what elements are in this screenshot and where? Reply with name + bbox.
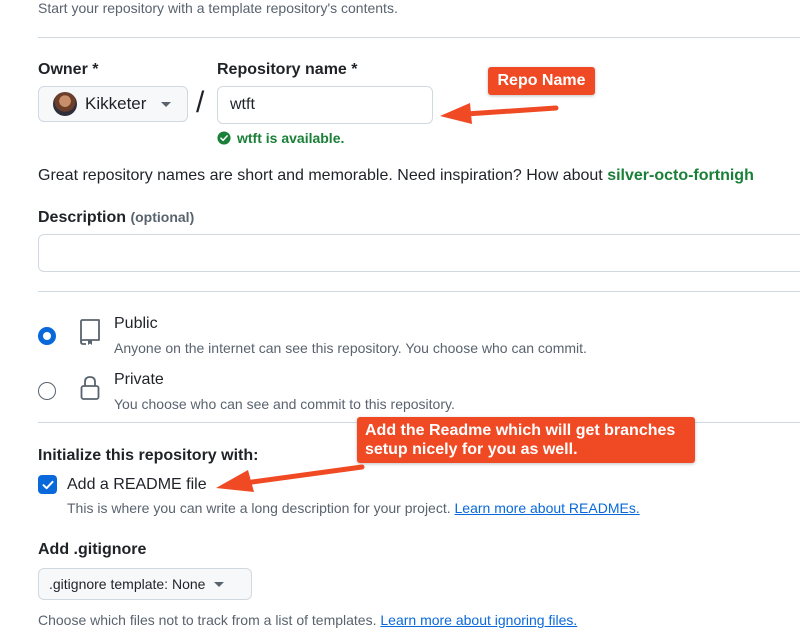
- lock-icon: [80, 376, 100, 400]
- description-input[interactable]: [38, 234, 800, 272]
- divider: [38, 37, 800, 38]
- public-title: Public: [114, 315, 158, 332]
- owner-repo-separator: /: [196, 86, 205, 119]
- gitignore-description-text: Choose which files not to track from a l…: [38, 612, 381, 628]
- arrow-left-icon: [440, 103, 559, 124]
- readme-description-text: This is where you can write a long descr…: [67, 500, 455, 516]
- readme-callout-line1: Add the Readme which will get branches: [365, 422, 676, 439]
- avatar: [53, 92, 77, 116]
- name-suggestion[interactable]: silver-octo-fortnigh: [607, 167, 754, 184]
- owner-label: Owner *: [38, 61, 99, 78]
- readme-learn-more-link[interactable]: Learn more about READMEs.: [455, 500, 640, 516]
- repo-name-input[interactable]: [217, 86, 433, 124]
- readme-description: This is where you can write a long descr…: [67, 500, 640, 516]
- description-label-text: Description: [38, 209, 127, 226]
- availability-text: wtft is available.: [237, 130, 345, 146]
- owner-name: Kikketer: [85, 94, 147, 113]
- availability-status: wtft is available.: [217, 130, 344, 146]
- public-description: Anyone on the internet can see this repo…: [114, 340, 587, 356]
- check-circle-icon: [217, 131, 231, 145]
- readme-callout-line2: setup nicely for you as well.: [365, 441, 578, 458]
- owner-dropdown[interactable]: Kikketer: [38, 86, 188, 122]
- description-label: Description (optional): [38, 209, 194, 227]
- repo-name-label: Repository name *: [217, 61, 358, 78]
- repo-icon: [80, 319, 100, 345]
- gitignore-dropdown-label: .gitignore template: None: [49, 576, 206, 592]
- gitignore-dropdown[interactable]: .gitignore template: None: [38, 568, 252, 600]
- public-radio[interactable]: [38, 327, 56, 345]
- private-title: Private: [114, 371, 164, 388]
- divider: [38, 291, 800, 292]
- chevron-down-icon: [161, 101, 172, 107]
- chevron-down-icon: [214, 581, 225, 587]
- name-hint: Great repository names are short and mem…: [38, 167, 754, 185]
- gitignore-description: Choose which files not to track from a l…: [38, 612, 577, 628]
- template-hint-text: Start your repository with a template re…: [38, 0, 398, 16]
- private-radio[interactable]: [38, 382, 56, 400]
- name-hint-text: Great repository names are short and mem…: [38, 167, 608, 184]
- private-description: You choose who can see and commit to thi…: [114, 396, 455, 412]
- arrow-left-icon: [216, 464, 365, 492]
- readme-label[interactable]: Add a README file: [67, 476, 207, 494]
- readme-callout: Add the Readme which will get branches s…: [357, 417, 695, 463]
- optional-tag: (optional): [130, 209, 195, 225]
- readme-checkbox[interactable]: [38, 475, 57, 494]
- check-icon: [42, 480, 54, 489]
- gitignore-heading: Add .gitignore: [38, 541, 147, 558]
- gitignore-learn-more-link[interactable]: Learn more about ignoring files.: [380, 612, 577, 628]
